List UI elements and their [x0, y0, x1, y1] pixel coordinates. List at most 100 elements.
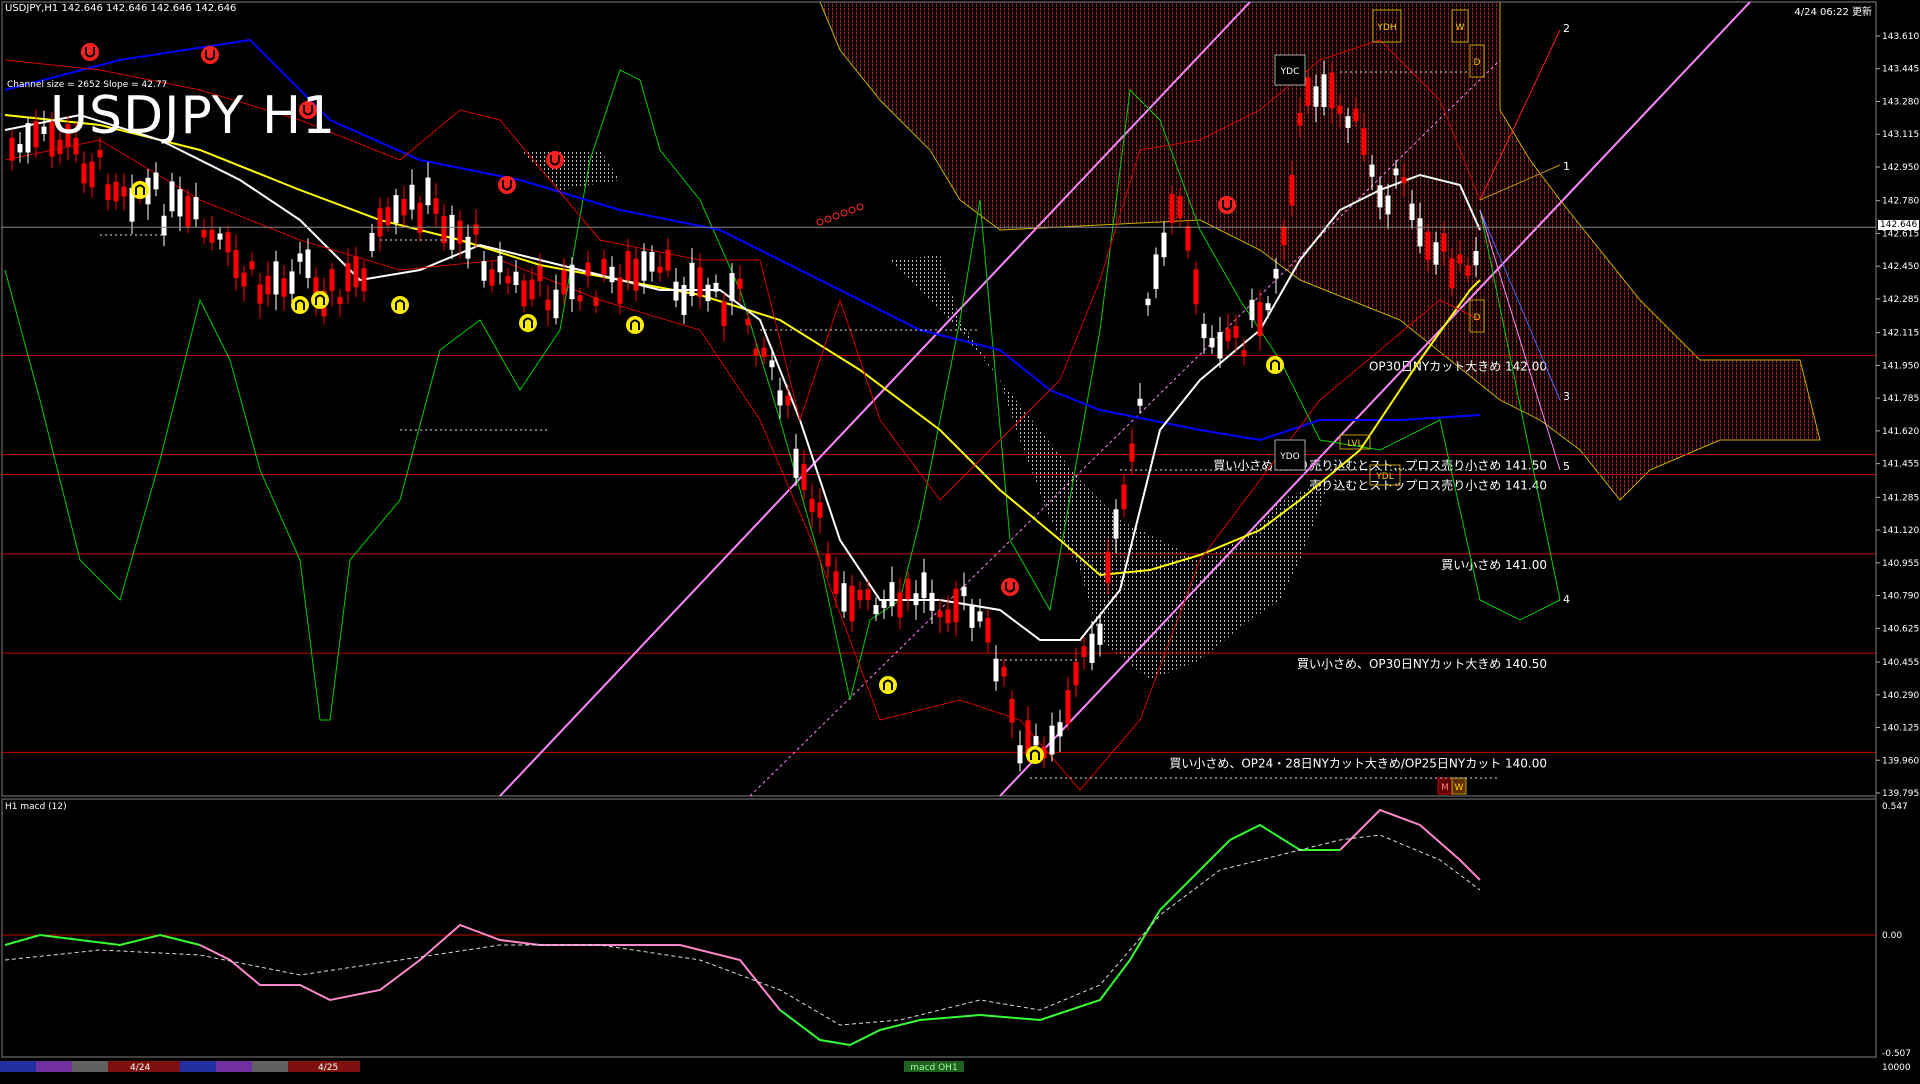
- session-segment: [252, 1061, 288, 1072]
- candle-body: [673, 281, 679, 301]
- forecast-label: 1: [1563, 160, 1570, 173]
- axis-label: 142.615: [1882, 229, 1919, 239]
- candle-body: [1057, 722, 1063, 737]
- candle-body: [449, 214, 455, 250]
- candle-body: [881, 599, 887, 608]
- candle-body: [1321, 74, 1327, 108]
- candle-body: [1217, 332, 1223, 359]
- level-label: 買い小さめ、OP30日NYカット大きめ 140.50: [1297, 657, 1547, 671]
- candle-body: [121, 186, 127, 197]
- chart-canvas[interactable]: OP30日NYカット大きめ 142.00買い小さめ・戻り売り込むとスト…プロス売…: [0, 0, 1920, 1080]
- candle-body: [1305, 77, 1311, 106]
- current-price-label: 142.646: [1878, 220, 1920, 230]
- candle-body: [409, 184, 415, 210]
- candle-body: [1393, 168, 1399, 176]
- marker-m-label: M: [1441, 783, 1449, 793]
- axis-label: 143.280: [1882, 97, 1919, 107]
- candle-body: [865, 589, 871, 600]
- candle-body: [1241, 350, 1247, 357]
- fractal-down-icon: [546, 151, 564, 169]
- candle-body: [97, 149, 103, 158]
- candle-body: [721, 301, 727, 327]
- candle-body: [33, 121, 39, 148]
- marker-w-label: W: [1456, 23, 1465, 33]
- candle-body: [425, 177, 431, 206]
- fractal-down-icon: [498, 176, 516, 194]
- candle-body: [897, 592, 903, 618]
- candle-body: [633, 258, 639, 291]
- candle-body: [217, 233, 223, 240]
- candle-body: [1129, 443, 1135, 462]
- symbol-info: USDJPY,H1 142.646 142.646 142.646 142.64…: [5, 3, 237, 14]
- candle-body: [777, 390, 783, 406]
- candle-body: [377, 208, 383, 237]
- forecast-label: 4: [1563, 593, 1570, 606]
- candle-body: [929, 592, 935, 611]
- candle-body: [833, 571, 839, 595]
- candle-body: [1401, 176, 1407, 184]
- candle-body: [1273, 268, 1279, 279]
- candle-body: [657, 266, 663, 273]
- candle-body: [209, 229, 215, 243]
- candle-body: [41, 126, 47, 134]
- candle-body: [1233, 326, 1239, 338]
- candle-body: [753, 348, 759, 356]
- macd-axis-label: 0.547: [1882, 802, 1908, 812]
- candle-body: [1289, 174, 1295, 206]
- candle-body: [1409, 203, 1415, 221]
- candle-body: [337, 297, 343, 305]
- fractal-up-icon: [879, 676, 897, 694]
- candle-body: [177, 189, 183, 217]
- candle-body: [809, 498, 815, 513]
- candle-body: [993, 658, 999, 682]
- candle-body: [153, 172, 159, 190]
- candle-body: [361, 268, 367, 292]
- candle-body: [257, 284, 263, 304]
- marker-ydo-label: YDO: [1279, 452, 1300, 462]
- session-segment: [216, 1061, 252, 1072]
- candle-body: [481, 261, 487, 281]
- candle-body: [1209, 337, 1215, 348]
- candle-body: [561, 270, 567, 295]
- fractal-up-icon: [131, 181, 149, 199]
- level-label: 売り込むとストップロス売り小さめ 141.40: [1309, 478, 1547, 493]
- candle-body: [473, 224, 479, 235]
- macd-title: H1 macd (12): [5, 802, 67, 812]
- candle-body: [1121, 484, 1127, 510]
- candle-body: [1113, 509, 1119, 539]
- candle-body: [489, 269, 495, 286]
- candle-body: [945, 609, 951, 624]
- candle-body: [1033, 736, 1039, 746]
- candle-body: [353, 256, 359, 288]
- candle-body: [1329, 72, 1335, 109]
- candle-body: [417, 202, 423, 233]
- candle-body: [977, 611, 983, 622]
- forecast-label: 2: [1563, 22, 1570, 35]
- axis-label: 143.610: [1882, 32, 1919, 42]
- candle-body: [801, 463, 807, 491]
- candle-body: [497, 255, 503, 273]
- axis-label: 142.450: [1882, 262, 1919, 272]
- candle-body: [297, 253, 303, 262]
- candle-body: [521, 280, 527, 307]
- candle-body: [1161, 232, 1167, 258]
- candle-body: [249, 261, 255, 270]
- tab-macd-label: macd OH1: [910, 1063, 957, 1073]
- candle-body: [793, 448, 799, 478]
- candle-body: [1449, 258, 1455, 289]
- fractal-up-icon: [519, 314, 537, 332]
- candle-body: [1345, 116, 1351, 128]
- candle-body: [433, 198, 439, 214]
- axis-label: 142.115: [1882, 329, 1919, 339]
- candle-body: [1441, 233, 1447, 252]
- session-segment: [180, 1061, 216, 1072]
- axis-label: 141.455: [1882, 460, 1919, 470]
- candle-body: [369, 232, 375, 252]
- date-label: 4/24: [130, 1063, 150, 1073]
- candle-body: [649, 251, 655, 272]
- axis-label: 139.960: [1882, 756, 1919, 766]
- candle-body: [1065, 690, 1071, 725]
- date-label: 4/25: [318, 1063, 338, 1073]
- candle-body: [1081, 646, 1087, 658]
- candle-body: [1257, 301, 1263, 337]
